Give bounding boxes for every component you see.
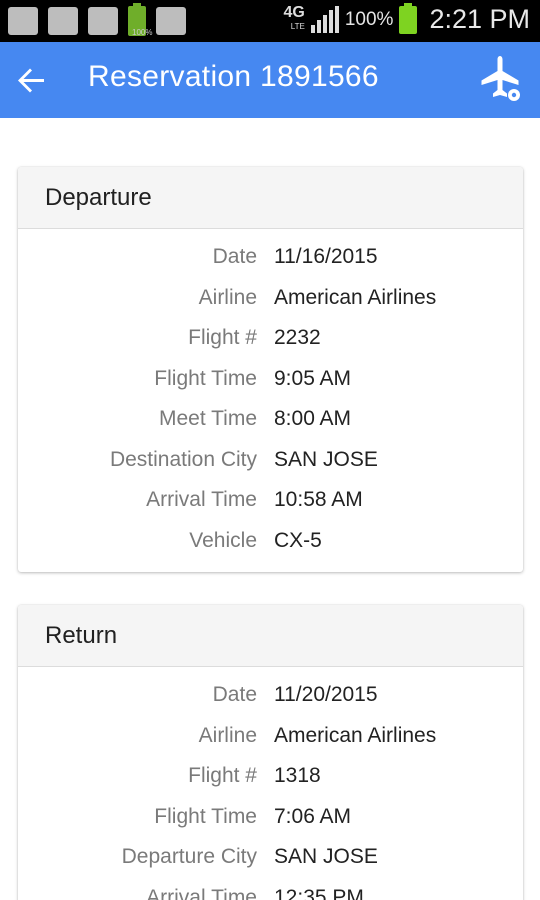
detail-row-meet-time: Meet Time 8:00 AM — [18, 399, 523, 440]
detail-label: Date — [212, 245, 257, 269]
detail-label: Destination City — [109, 447, 257, 471]
detail-row-airline: Airline American Airlines — [18, 278, 523, 319]
detail-row-arrival-time: Arrival Time 12:35 PM — [18, 878, 523, 900]
network-sub-label: LTE — [290, 21, 305, 31]
return-card-header: Return — [18, 605, 523, 667]
detail-label: Arrival Time — [146, 488, 257, 512]
network-type-label: 4G — [283, 3, 305, 21]
detail-row-arrival-time: Arrival Time 10:58 AM — [18, 480, 523, 521]
detail-value: 10:58 AM — [274, 488, 363, 512]
network-type: 4G LTE — [283, 3, 305, 34]
list-notification-icon — [48, 7, 78, 35]
detail-label: Meet Time — [158, 407, 257, 431]
add-notification-icon — [8, 7, 38, 35]
detail-label: Flight Time — [154, 804, 257, 828]
return-details: Date 11/20/2015 Airline American Airline… — [18, 667, 523, 900]
departure-card: Departure Date 11/16/2015 Airline Americ… — [18, 167, 523, 572]
arrow-left-icon[interactable] — [14, 62, 50, 98]
detail-label: Flight # — [188, 326, 257, 350]
detail-value: 7:06 AM — [274, 804, 352, 828]
detail-label: Flight # — [188, 764, 257, 788]
detail-row-flight-time: Flight Time 7:06 AM — [18, 797, 523, 838]
page-title: Reservation 1891566 — [88, 60, 379, 93]
detail-row-date: Date 11/16/2015 — [18, 237, 523, 278]
detail-value: 11/16/2015 — [274, 245, 378, 269]
detail-value: American Airlines — [274, 285, 437, 309]
detail-value: 12:35 PM — [274, 885, 364, 900]
detail-label: Date — [212, 683, 257, 707]
notification-icons — [8, 3, 186, 36]
departure-details: Date 11/16/2015 Airline American Airline… — [18, 229, 523, 561]
detail-row-airline: Airline American Airlines — [18, 716, 523, 757]
detail-row-flight-time: Flight Time 9:05 AM — [18, 359, 523, 400]
detail-row-vehicle: Vehicle CX-5 — [18, 521, 523, 562]
chat-notification-icon — [88, 7, 118, 35]
detail-row-destination-city: Destination City SAN JOSE — [18, 440, 523, 481]
detail-row-flight-number: Flight # 2232 — [18, 318, 523, 359]
detail-label: Airline — [198, 723, 257, 747]
detail-label: Departure City — [121, 845, 257, 869]
detail-value: SAN JOSE — [274, 447, 378, 471]
return-heading: Return — [45, 622, 118, 649]
clock: 2:21 PM — [429, 4, 530, 34]
departure-heading: Departure — [45, 184, 152, 211]
detail-row-flight-number: Flight # 1318 — [18, 756, 523, 797]
detail-row-date: Date 11/20/2015 — [18, 675, 523, 716]
detail-value: 9:05 AM — [274, 366, 352, 390]
airplane-icon[interactable] — [478, 54, 526, 106]
detail-value: 11/20/2015 — [274, 683, 378, 707]
detail-label: Flight Time — [154, 366, 257, 390]
detail-row-departure-city: Departure City SAN JOSE — [18, 837, 523, 878]
detail-value: CX-5 — [274, 528, 322, 552]
battery-notification-label: 100% — [132, 28, 153, 37]
status-bar: 100% 4G LTE 100% 2:21 PM — [0, 0, 540, 42]
detail-value: SAN JOSE — [274, 845, 378, 869]
detail-value: American Airlines — [274, 723, 437, 747]
detail-value: 1318 — [274, 764, 321, 788]
return-card: Return Date 11/20/2015 Airline American … — [18, 605, 523, 900]
detail-value: 8:00 AM — [274, 407, 352, 431]
battery-percent: 100% — [344, 8, 394, 30]
signal-icon — [310, 5, 339, 33]
departure-card-header: Departure — [18, 167, 523, 229]
detail-label: Airline — [198, 285, 257, 309]
detail-label: Arrival Time — [146, 885, 257, 900]
battery-icon — [399, 2, 418, 34]
app-bar: Reservation 1891566 — [0, 42, 540, 118]
detail-value: 2232 — [274, 326, 321, 350]
image-notification-icon — [156, 7, 186, 35]
detail-label: Vehicle — [189, 528, 257, 552]
